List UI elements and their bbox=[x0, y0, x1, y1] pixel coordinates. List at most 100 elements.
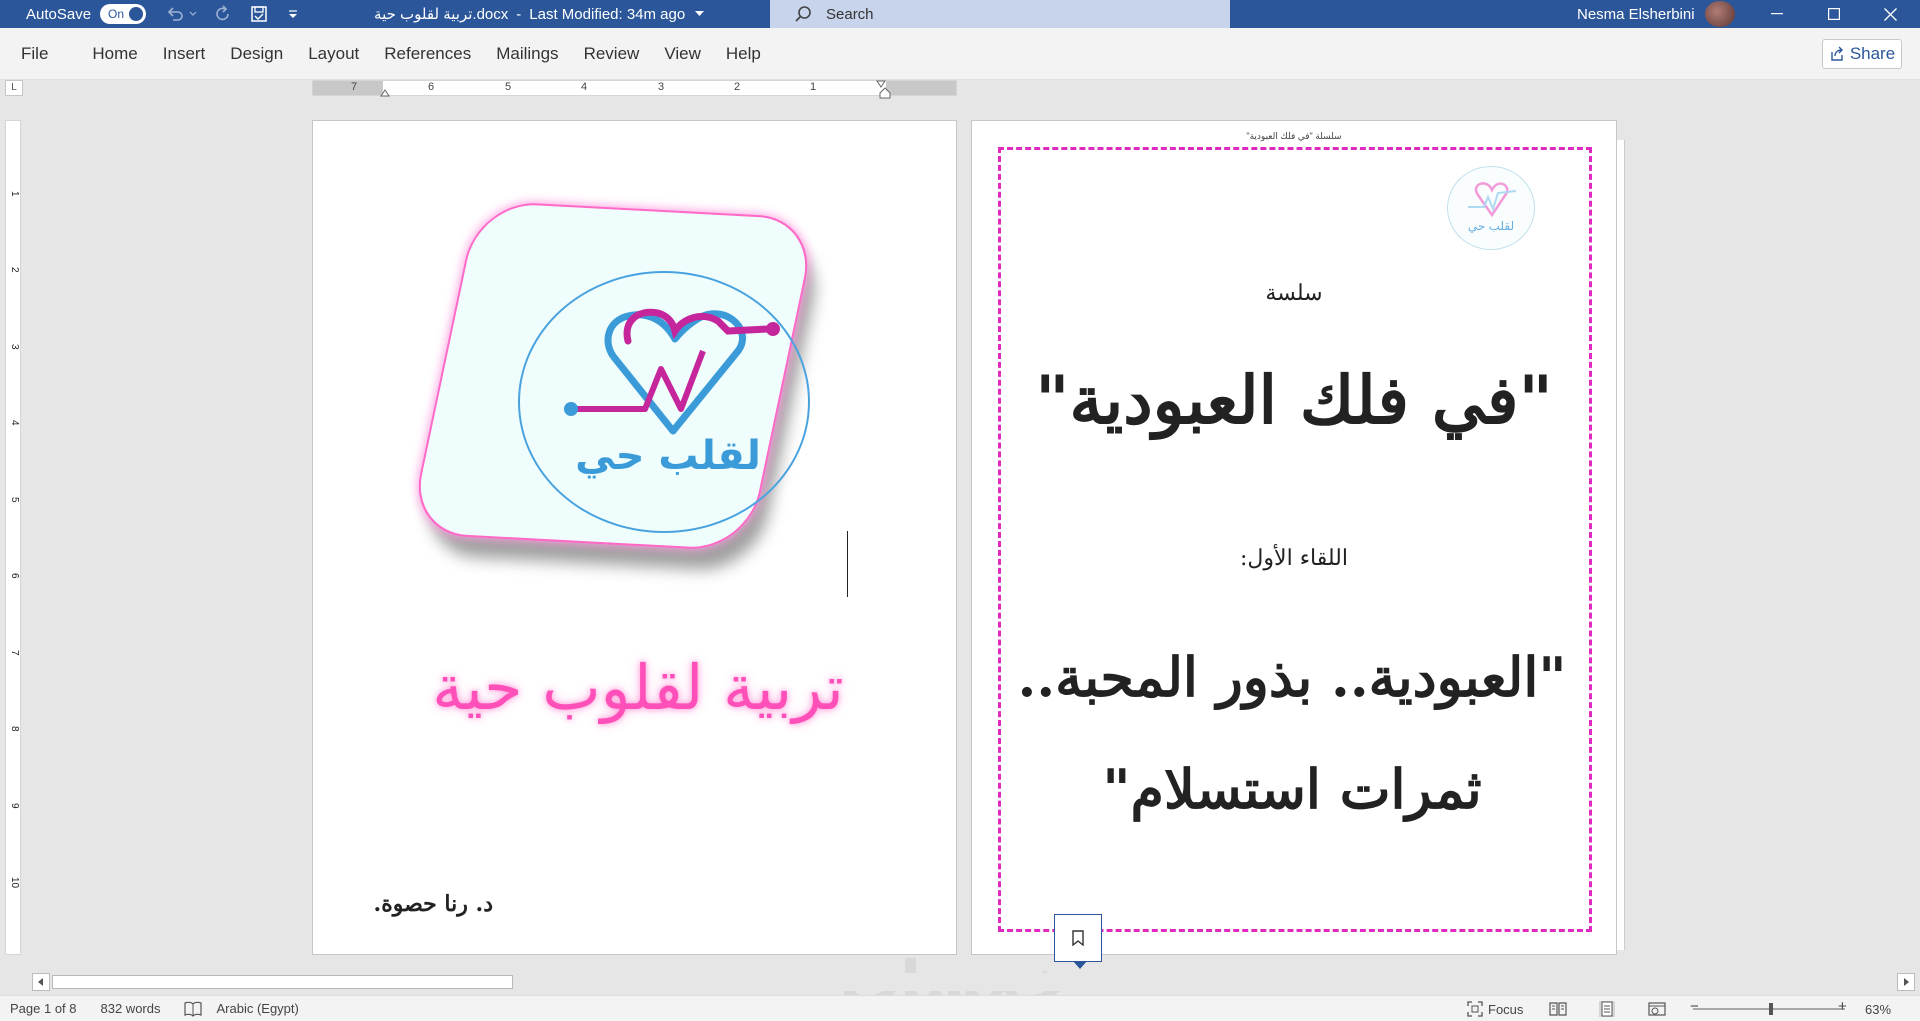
series-label[interactable]: سلسة bbox=[972, 281, 1616, 306]
ruler-right-margin bbox=[886, 81, 956, 95]
horizontal-scrollbar[interactable] bbox=[32, 973, 1915, 991]
meeting-title[interactable]: "العبودية.. بذور المحبة.. ثمرات استسلام" bbox=[1002, 621, 1582, 845]
zoom-slider-thumb[interactable] bbox=[1769, 1003, 1773, 1015]
ruler-number: 7 bbox=[9, 650, 20, 656]
left-indent-marker-icon[interactable] bbox=[380, 87, 390, 97]
scroll-right-icon[interactable] bbox=[1897, 973, 1915, 991]
tab-insert[interactable]: Insert bbox=[163, 44, 206, 64]
print-layout-icon[interactable] bbox=[1598, 1000, 1616, 1018]
status-bar: Page 1 of 8 832 words Arabic (Egypt) Foc… bbox=[0, 995, 1920, 1021]
text-cursor bbox=[847, 531, 848, 597]
search-input[interactable]: Search bbox=[770, 0, 1230, 28]
zoom-level[interactable]: 63% bbox=[1865, 996, 1891, 1021]
ruler-left-margin bbox=[313, 81, 383, 95]
share-label: Share bbox=[1849, 44, 1896, 63]
document-name: تربية لقلوب حية.docx bbox=[374, 6, 509, 23]
ruler-number: 9 bbox=[9, 803, 20, 809]
ruler-number: 3 bbox=[658, 81, 665, 93]
last-modified: Last Modified: 34m ago bbox=[529, 5, 686, 23]
ruler-number: 10 bbox=[9, 877, 20, 889]
autosave-toggle[interactable]: On bbox=[100, 4, 147, 24]
bookmark-icon bbox=[1072, 930, 1084, 946]
zoom-in-button[interactable]: + bbox=[1838, 998, 1847, 1015]
document-page-1[interactable]: لقلب حي تربية لقلوب حية د. رنا حصوة. bbox=[312, 120, 957, 955]
page-edge bbox=[1617, 140, 1625, 950]
ruler-number: 5 bbox=[505, 81, 512, 93]
vertical-ruler[interactable]: 1 2 3 4 5 6 7 8 9 10 bbox=[5, 120, 21, 955]
ruler-number: 8 bbox=[9, 726, 20, 732]
ruler-number: 1 bbox=[9, 191, 20, 197]
focus-mode-button[interactable]: Focus bbox=[1467, 996, 1523, 1021]
heart-logo-icon bbox=[564, 308, 780, 435]
small-logo-image[interactable]: لقلب حي bbox=[1447, 166, 1535, 250]
tab-view[interactable]: View bbox=[664, 44, 701, 64]
close-icon[interactable] bbox=[1862, 0, 1918, 28]
tab-file[interactable]: File bbox=[21, 44, 48, 64]
ruler-number: 2 bbox=[734, 81, 741, 93]
ruler-number: 1 bbox=[810, 81, 817, 93]
tab-home[interactable]: Home bbox=[92, 44, 137, 64]
tab-review[interactable]: Review bbox=[584, 44, 640, 64]
main-title[interactable]: تربية لقلوب حية bbox=[403, 651, 873, 724]
search-placeholder: Search bbox=[826, 5, 874, 23]
user-avatar[interactable] bbox=[1705, 1, 1735, 27]
ribbon-tabs: File Home Insert Design Layout Reference… bbox=[0, 28, 1920, 80]
scrollbar-thumb[interactable] bbox=[52, 975, 513, 989]
share-icon bbox=[1831, 46, 1843, 61]
minimize-icon[interactable] bbox=[1749, 0, 1805, 28]
logo-image[interactable]: لقلب حي bbox=[373, 171, 833, 571]
read-mode-icon[interactable] bbox=[1549, 1000, 1567, 1018]
user-name[interactable]: Nesma Elsherbini bbox=[1577, 0, 1695, 28]
ruler-number: 2 bbox=[9, 267, 20, 273]
tab-help[interactable]: Help bbox=[726, 44, 761, 64]
undo-dropdown-icon[interactable] bbox=[188, 3, 198, 25]
title-dropdown-icon bbox=[695, 11, 705, 16]
document-title[interactable]: تربية لقلوب حية.docx - Last Modified: 34… bbox=[374, 5, 705, 23]
autosave-label: AutoSave bbox=[26, 5, 92, 23]
autosave-state: On bbox=[108, 7, 125, 21]
web-layout-icon[interactable] bbox=[1648, 1000, 1666, 1018]
small-logo-text: لقلب حي bbox=[1467, 219, 1515, 233]
page-count[interactable]: Page 1 of 8 bbox=[10, 1001, 77, 1016]
ruler-number: 6 bbox=[428, 81, 435, 93]
title-bar: AutoSave On تربية لقلوب حية.docx - Last … bbox=[0, 0, 1920, 28]
hanging-indent-marker-icon[interactable] bbox=[879, 87, 891, 99]
tab-design[interactable]: Design bbox=[230, 44, 283, 64]
ruler-number: 6 bbox=[9, 573, 20, 579]
tab-mailings[interactable]: Mailings bbox=[496, 44, 558, 64]
document-page-2[interactable]: سلسلة "في فلك العبودية" لقلب حي سلسة "في… bbox=[971, 120, 1617, 955]
proofing-book-icon[interactable] bbox=[184, 1001, 203, 1017]
tab-references[interactable]: References bbox=[384, 44, 471, 64]
ruler-number: 4 bbox=[581, 81, 588, 93]
series-title[interactable]: "في فلك العبودية" bbox=[972, 361, 1616, 439]
tab-selector-button[interactable]: L bbox=[5, 80, 23, 96]
zoom-out-button[interactable]: − bbox=[1690, 998, 1699, 1015]
horizontal-ruler[interactable]: 7 6 5 4 3 2 1 bbox=[312, 80, 957, 99]
logo-text: لقلب حي bbox=[575, 433, 761, 479]
meeting-title-line-1: "العبودية.. بذور المحبة.. bbox=[1017, 645, 1567, 709]
scroll-left-icon[interactable] bbox=[32, 973, 50, 991]
search-icon bbox=[795, 6, 811, 22]
customize-toolbar-icon[interactable] bbox=[282, 3, 304, 25]
ruler-number: 5 bbox=[9, 497, 20, 503]
maximize-icon[interactable] bbox=[1806, 0, 1862, 28]
share-button[interactable]: Share bbox=[1822, 39, 1902, 69]
small-heart-logo-icon bbox=[1468, 182, 1517, 218]
focus-icon bbox=[1467, 1001, 1483, 1017]
tab-layout[interactable]: Layout bbox=[308, 44, 359, 64]
word-count[interactable]: 832 words bbox=[101, 1001, 161, 1016]
ruler-number: 4 bbox=[9, 420, 20, 426]
focus-label: Focus bbox=[1488, 1001, 1524, 1017]
undo-icon[interactable] bbox=[164, 3, 186, 25]
autosave-control[interactable]: AutoSave On bbox=[26, 4, 147, 24]
title-separator: - bbox=[516, 5, 522, 23]
author-name[interactable]: د. رنا حصوة. bbox=[333, 891, 493, 917]
ruler-number: 7 bbox=[351, 81, 358, 93]
meeting-label[interactable]: اللقاء الأول: bbox=[972, 546, 1616, 571]
page-header[interactable]: سلسلة "في فلك العبودية" bbox=[972, 131, 1616, 142]
save-icon[interactable] bbox=[248, 3, 270, 25]
redo-icon[interactable] bbox=[212, 3, 234, 25]
language-indicator[interactable]: Arabic (Egypt) bbox=[216, 1001, 298, 1016]
ruler-number: 3 bbox=[9, 344, 20, 350]
zoom-slider[interactable] bbox=[1693, 1003, 1845, 1015]
